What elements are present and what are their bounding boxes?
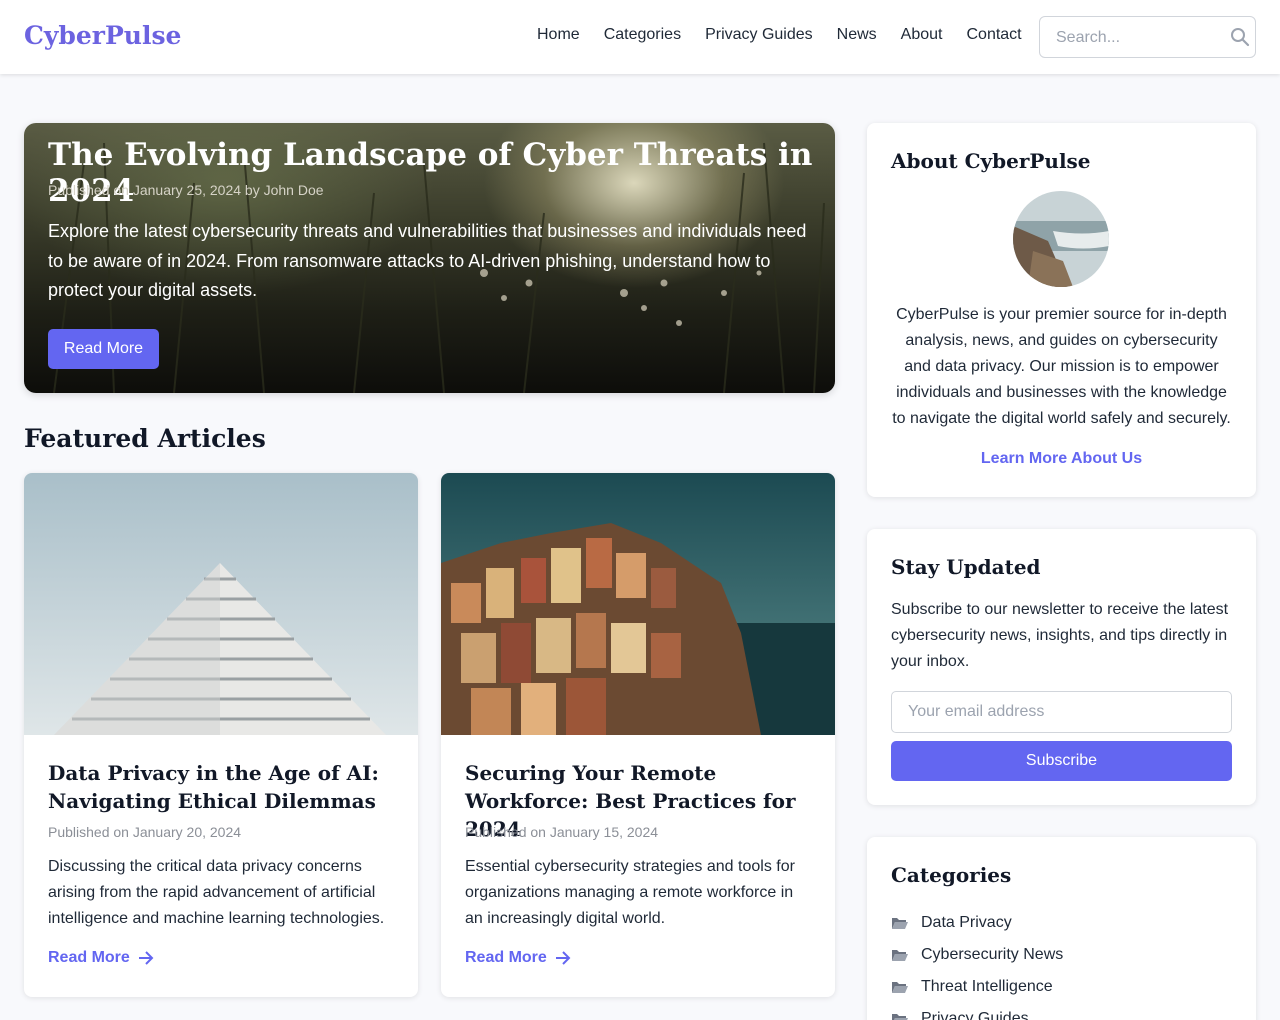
newsletter-widget: Stay Updated Subscribe to our newsletter… [867,529,1256,805]
category-label: Privacy Guides [921,1010,1029,1020]
article-card: Securing Your Remote Workforce: Best Pra… [441,473,835,997]
category-item-cybersecurity-news[interactable]: Cybersecurity News [891,939,1063,971]
article-title[interactable]: Data Privacy in the Age of AI: Navigatin… [48,759,398,815]
hero-title[interactable]: The Evolving Landscape of Cyber Threats … [48,137,818,209]
nav-home[interactable]: Home [537,26,580,44]
arrow-right-icon [138,951,154,965]
hero-meta: Published on January 25, 2024 by John Do… [48,182,324,198]
featured-heading: Featured Articles [24,424,266,453]
article-read-more-link[interactable]: Read More [48,949,154,967]
nav-about[interactable]: About [901,26,943,44]
about-title: About CyberPulse [891,149,1091,173]
nav-categories[interactable]: Categories [604,26,681,44]
folder-open-icon [892,950,908,961]
category-label: Threat Intelligence [921,978,1053,995]
article-meta: Published on January 15, 2024 [465,824,659,840]
read-more-label: Read More [48,949,130,966]
site-logo[interactable]: CyberPulse [24,21,181,50]
categories-widget: Categories Data Privacy Cybersecurity Ne… [867,837,1256,1020]
hero-description: Explore the latest cybersecurity threats… [48,221,807,300]
learn-more-link[interactable]: Learn More About Us [867,450,1256,468]
categories-title: Categories [891,863,1012,887]
about-text: CyberPulse is your premier source for in… [892,306,1231,427]
article-image[interactable] [24,473,418,735]
article-image[interactable] [441,473,835,735]
site-header: CyberPulse Home Categories Privacy Guide… [0,0,1280,74]
hero-banner: The Evolving Landscape of Cyber Threats … [24,123,835,393]
search-box [1039,16,1256,58]
subscribe-button[interactable]: Subscribe [891,741,1232,781]
category-item-threat-intelligence[interactable]: Threat Intelligence [891,971,1063,1003]
folder-open-icon [892,918,908,929]
arrow-right-icon [555,951,571,965]
article-meta: Published on January 20, 2024 [48,824,242,840]
folder-open-icon [892,982,908,993]
folder-open-icon [892,1014,908,1020]
read-more-label: Read More [465,949,547,966]
article-description: Essential cybersecurity strategies and t… [465,858,795,927]
categories-list: Data Privacy Cybersecurity News Threat I… [891,907,1063,1020]
hero-read-more-button[interactable]: Read More [48,329,159,369]
about-widget: About CyberPulse CyberPulse is your prem… [867,123,1256,497]
nav-news[interactable]: News [837,26,877,44]
search-input[interactable] [1056,26,1216,50]
about-avatar [1013,191,1109,287]
article-description: Discussing the critical data privacy con… [48,858,385,927]
nav-privacy-guides[interactable]: Privacy Guides [705,26,813,44]
newsletter-text: Subscribe to our newsletter to receive t… [891,601,1229,670]
article-read-more-link[interactable]: Read More [465,949,571,967]
email-field[interactable] [891,691,1232,733]
search-icon[interactable] [1230,27,1250,47]
article-card: Data Privacy in the Age of AI: Navigatin… [24,473,418,997]
category-label: Cybersecurity News [921,946,1064,963]
category-label: Data Privacy [921,914,1012,931]
main-nav: Home Categories Privacy Guides News Abou… [537,26,1022,44]
category-item-privacy-guides[interactable]: Privacy Guides [891,1003,1063,1020]
nav-contact[interactable]: Contact [966,26,1021,44]
newsletter-title: Stay Updated [891,555,1041,579]
category-item-data-privacy[interactable]: Data Privacy [891,907,1063,939]
